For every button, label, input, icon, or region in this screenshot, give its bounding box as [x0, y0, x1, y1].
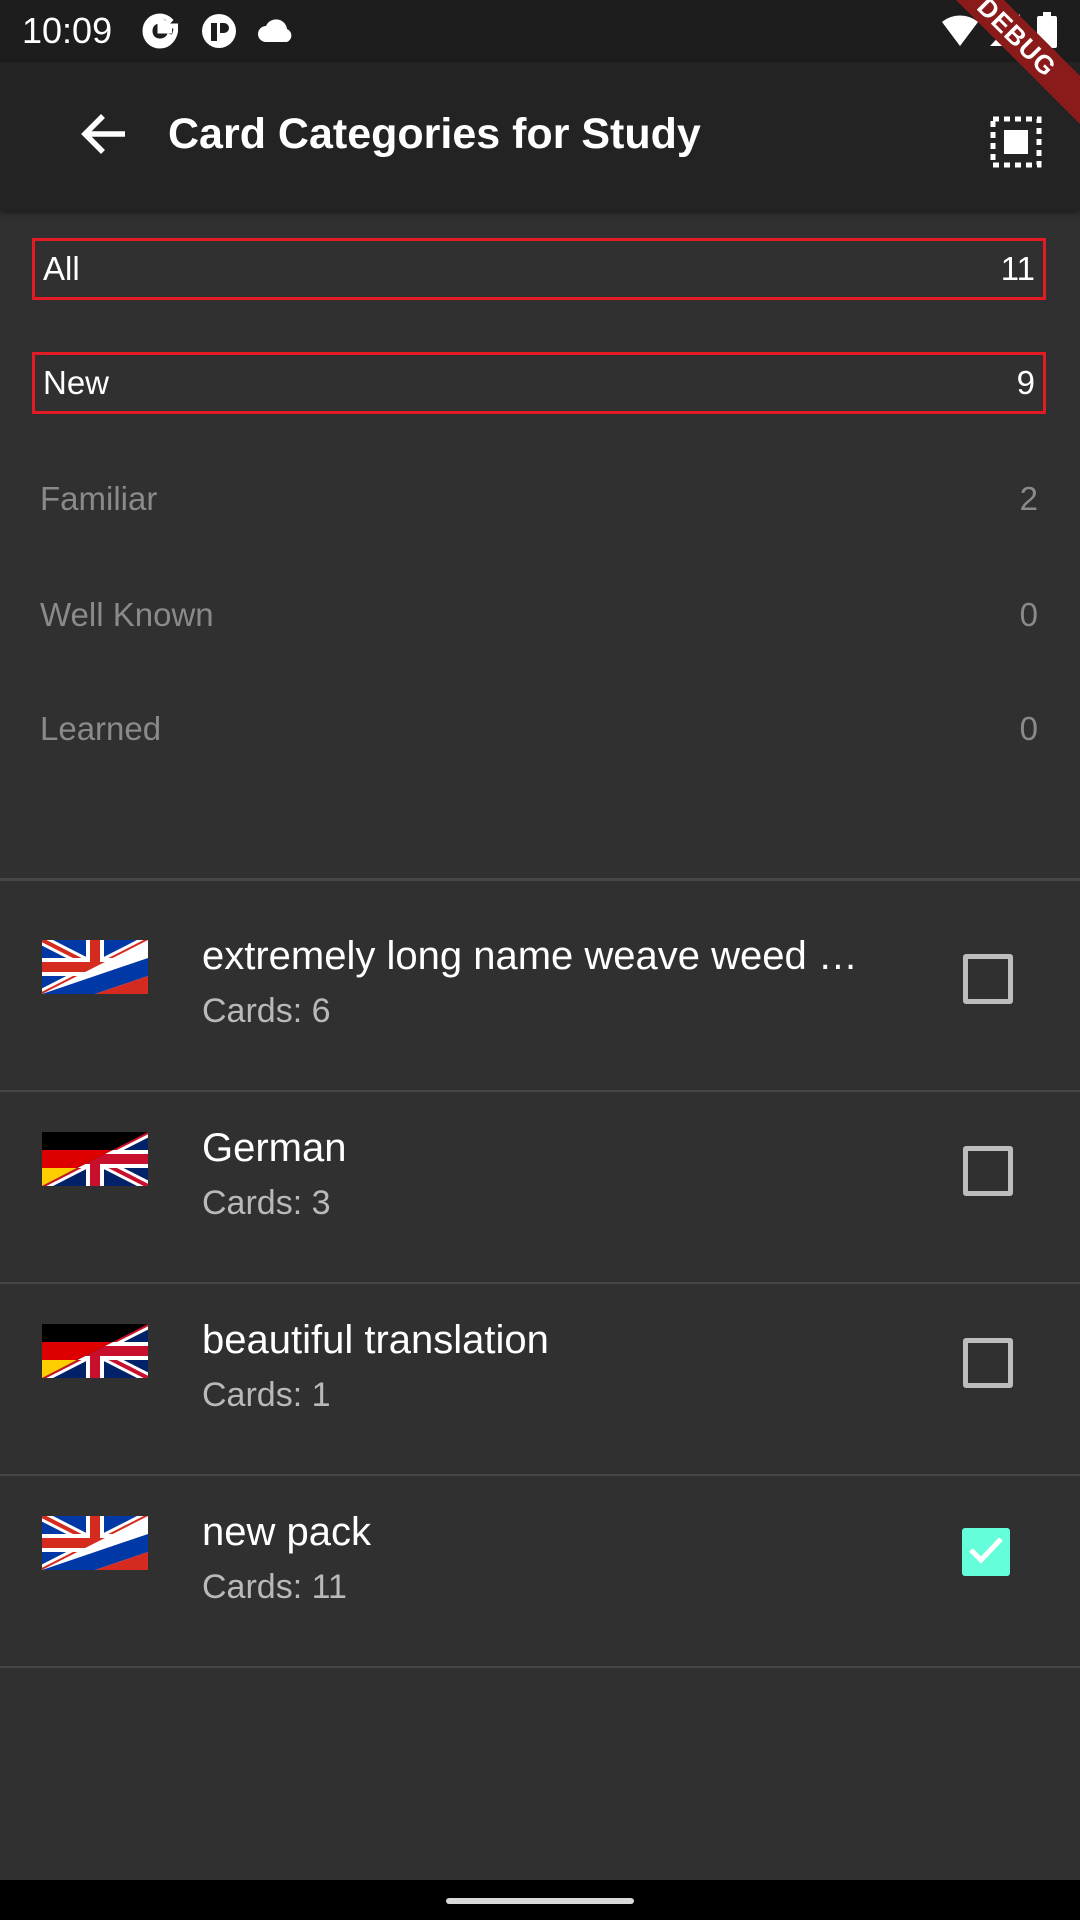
filter-count: 0	[1019, 596, 1038, 633]
app-icon	[200, 12, 238, 55]
filter-familiar[interactable]: Familiar 2	[32, 468, 1046, 530]
pack-card-count: Cards: 3	[202, 1184, 331, 1222]
filter-count: 2	[1019, 480, 1038, 517]
flag-de-en-icon	[39, 1127, 151, 1191]
select-all-button[interactable]	[978, 106, 1054, 182]
filter-count: 0	[1019, 710, 1038, 747]
flag-en-ru-icon	[39, 1511, 151, 1575]
check-icon	[968, 1535, 1004, 1570]
pack-checkbox[interactable]	[963, 1338, 1013, 1388]
google-icon	[142, 12, 179, 55]
pack-card-count: Cards: 6	[202, 992, 331, 1030]
status-bar: 10:09	[0, 0, 1080, 62]
flag-de-en-icon	[39, 1319, 151, 1383]
flag-en-ru-icon	[39, 935, 151, 999]
app-bar: Card Categories for Study	[0, 62, 1080, 210]
pack-name: extremely long name weave weed …	[202, 934, 858, 978]
pack-checkbox-checked[interactable]	[962, 1528, 1010, 1576]
pack-card-count: Cards: 11	[202, 1568, 347, 1606]
system-nav-bar	[0, 1880, 1080, 1920]
pack-list-item[interactable]: extremely long name weave weed … Cards: …	[0, 900, 1080, 1092]
filter-count: 11	[1000, 250, 1035, 287]
filter-label: Well Known	[40, 596, 214, 633]
pack-list-item[interactable]: new pack Cards: 11	[0, 1476, 1080, 1668]
back-arrow-icon	[81, 112, 129, 161]
pack-name: beautiful translation	[202, 1318, 549, 1362]
pack-name: German	[202, 1126, 347, 1170]
status-time: 10:09	[22, 10, 113, 51]
pack-name: new pack	[202, 1510, 371, 1554]
filter-count: 9	[1016, 364, 1035, 401]
filter-label: New	[43, 364, 110, 401]
pack-checkbox[interactable]	[963, 954, 1013, 1004]
back-button[interactable]	[60, 100, 150, 172]
pack-card-count: Cards: 1	[202, 1376, 331, 1414]
filter-learned[interactable]: Learned 0	[32, 698, 1046, 760]
filter-label: Learned	[40, 710, 162, 747]
pack-list-item[interactable]: German Cards: 3	[0, 1092, 1080, 1284]
home-handle[interactable]	[446, 1898, 634, 1904]
pack-checkbox[interactable]	[963, 1146, 1013, 1196]
page-title: Card Categories for Study	[168, 110, 701, 158]
filter-label: All	[43, 250, 80, 287]
filter-all[interactable]: All 11	[32, 238, 1046, 300]
select-all-icon	[990, 116, 1042, 173]
pack-list-item[interactable]: beautiful translation Cards: 1	[0, 1284, 1080, 1476]
section-divider	[0, 878, 1080, 881]
filter-well-known[interactable]: Well Known 0	[32, 584, 1046, 646]
filter-new[interactable]: New 9	[32, 352, 1046, 414]
cloud-icon	[256, 16, 296, 49]
filter-label: Familiar	[40, 480, 158, 517]
